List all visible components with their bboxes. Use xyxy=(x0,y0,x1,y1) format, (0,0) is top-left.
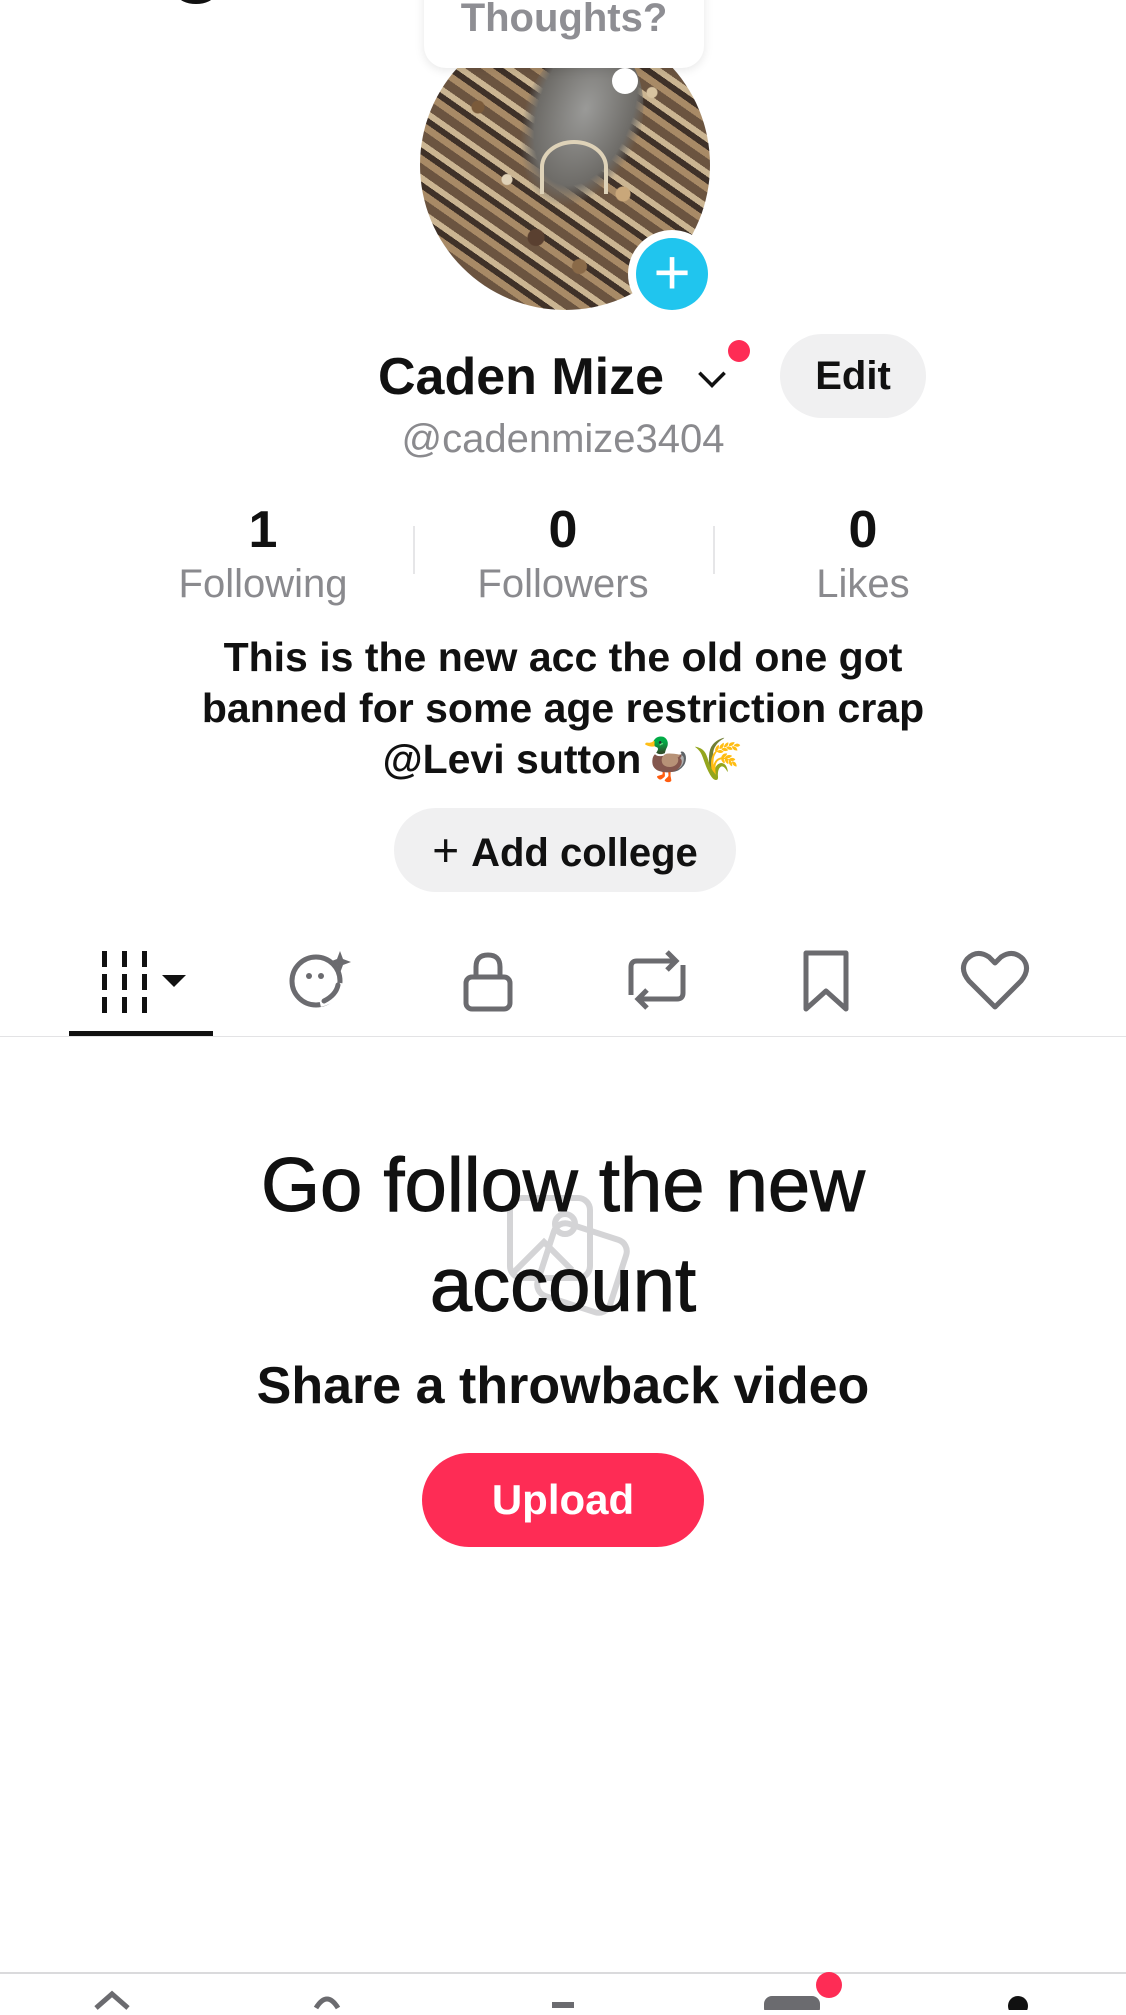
following-count[interactable]: 1 xyxy=(143,500,383,560)
grid-icon xyxy=(102,951,186,1013)
upload-button[interactable]: Upload xyxy=(422,1453,704,1547)
notification-dot xyxy=(728,340,750,362)
lock-icon xyxy=(463,952,513,1012)
tab-reposts-ai[interactable] xyxy=(280,945,360,1015)
bottom-nav-divider xyxy=(0,1972,1126,1974)
inbox-notification-dot xyxy=(816,1972,842,1998)
plus-icon: + xyxy=(636,238,708,310)
heart-icon xyxy=(961,951,1029,1010)
tab-liked[interactable] xyxy=(955,945,1035,1015)
plus-icon: + xyxy=(432,824,460,876)
add-college-button[interactable]: + Add college xyxy=(394,808,736,892)
empty-state-subtitle: Share a throwback video xyxy=(256,1357,870,1415)
profile-icon[interactable] xyxy=(1000,1990,1036,2015)
tab-videos[interactable] xyxy=(98,945,186,1015)
inbox-icon[interactable] xyxy=(762,1990,822,2015)
tab-private[interactable] xyxy=(448,945,528,1015)
stat-divider xyxy=(713,526,715,574)
likes-count[interactable]: 0 xyxy=(743,500,983,560)
thoughts-bubble-text: Thoughts? xyxy=(460,0,668,40)
add-avatar-button[interactable]: + xyxy=(628,230,716,318)
bio-line: @Levi sutton🦆🌾 xyxy=(382,736,744,782)
avatar-photo-detail xyxy=(540,140,608,194)
empty-title-line: Go follow the new xyxy=(260,1143,866,1229)
thoughts-bubble-tail xyxy=(612,68,638,94)
empty-state-title: Go follow the new account xyxy=(0,1136,1126,1336)
repost-face-icon xyxy=(289,951,351,1008)
following-label[interactable]: Following xyxy=(143,560,383,608)
thoughts-bubble[interactable]: Thoughts? xyxy=(424,0,704,68)
profile-bio[interactable]: This is the new acc the old one got bann… xyxy=(100,632,1026,785)
empty-title-line: account xyxy=(429,1243,697,1329)
followers-count[interactable]: 0 xyxy=(443,500,683,560)
bio-line: This is the new acc the old one got xyxy=(223,634,903,680)
create-icon[interactable] xyxy=(548,1990,578,2010)
tabs-divider xyxy=(0,1036,1126,1037)
profile-username: @cadenmize3404 xyxy=(401,417,725,461)
friends-icon[interactable] xyxy=(312,1990,342,2010)
likes-label[interactable]: Likes xyxy=(743,560,983,608)
stat-divider xyxy=(413,526,415,574)
home-icon[interactable] xyxy=(92,1990,132,2010)
status-fragment-left xyxy=(178,0,214,4)
repost-icon xyxy=(628,950,686,1010)
tab-saved[interactable] xyxy=(786,945,866,1015)
edit-profile-button[interactable]: Edit xyxy=(780,334,926,418)
profile-name[interactable]: Caden Mize xyxy=(378,344,664,410)
bio-line: banned for some age restriction crap xyxy=(201,685,925,731)
followers-label[interactable]: Followers xyxy=(443,560,683,608)
tab-reposts[interactable] xyxy=(617,945,697,1015)
add-college-label: Add college xyxy=(471,831,698,875)
chevron-down-icon[interactable] xyxy=(698,360,726,388)
bookmark-icon xyxy=(803,950,849,1012)
